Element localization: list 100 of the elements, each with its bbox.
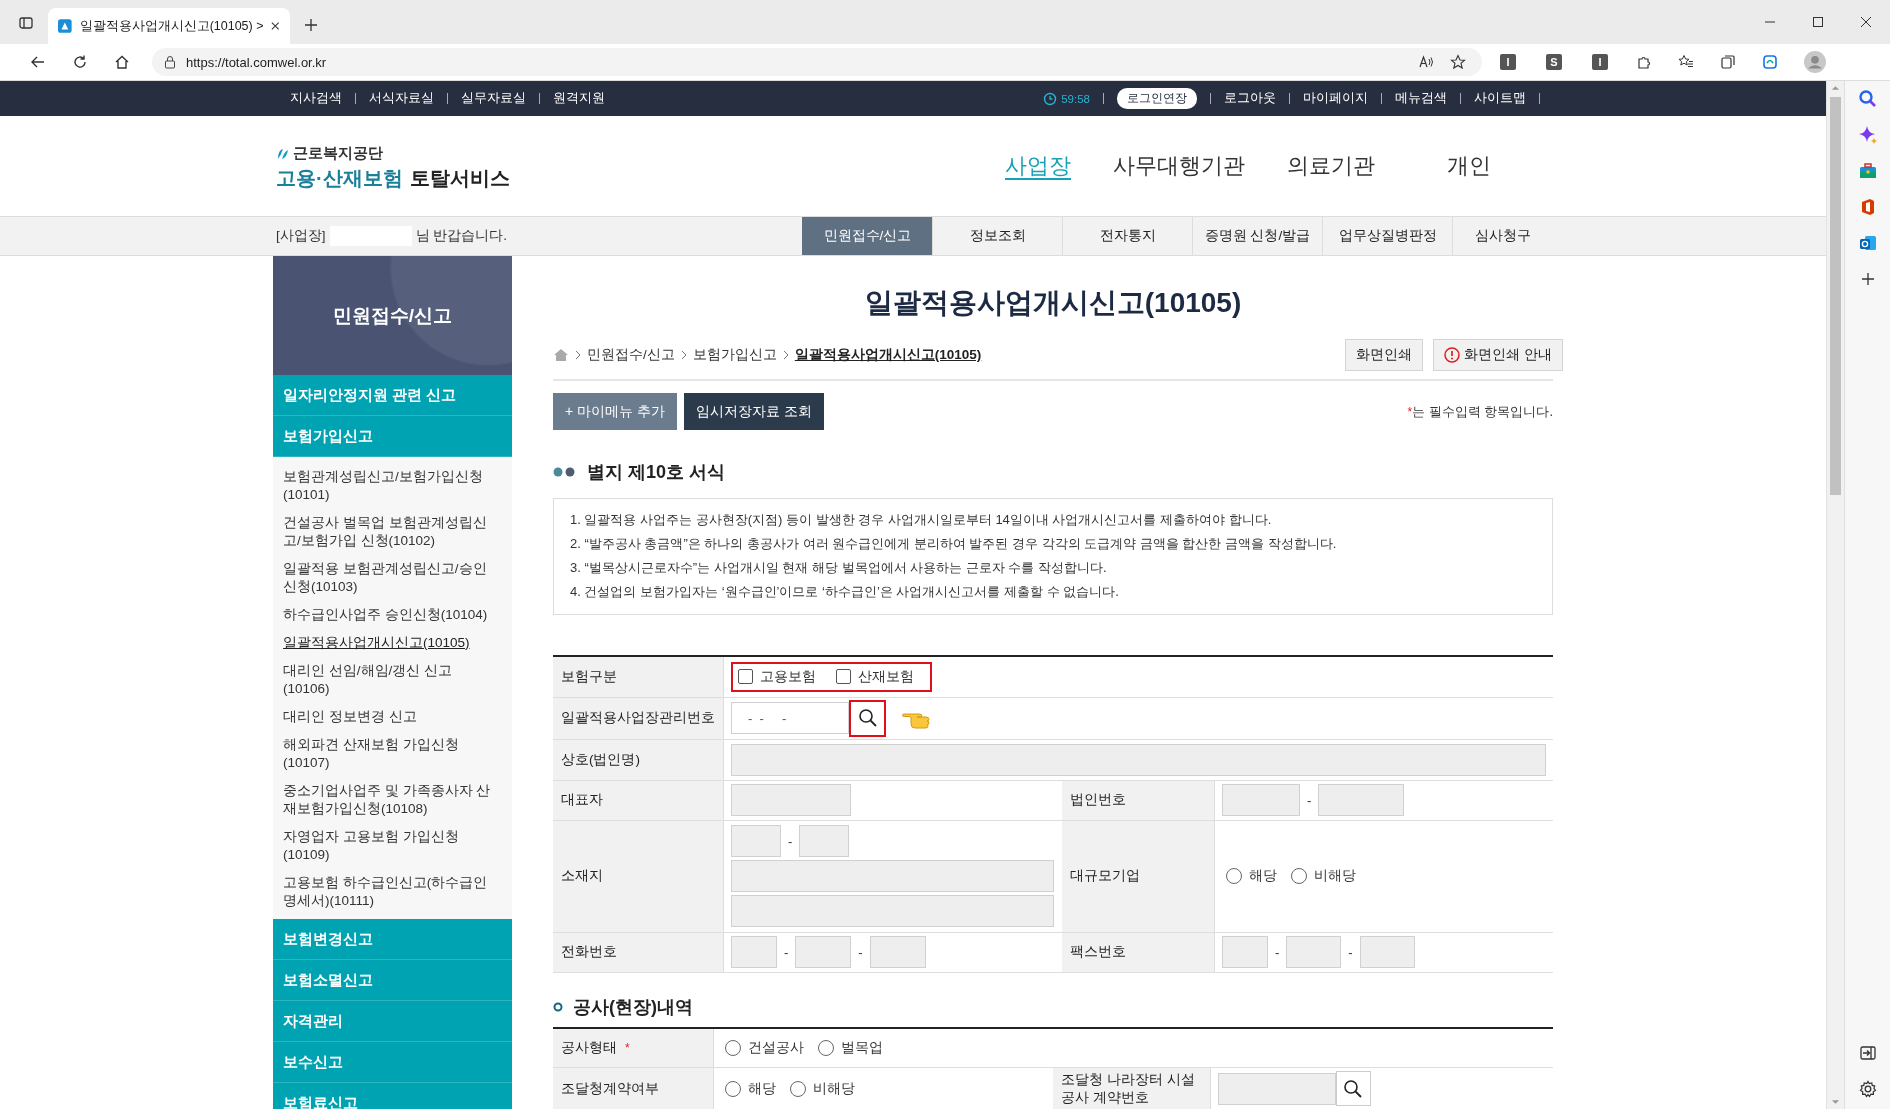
utility-link[interactable]: 사이트맵 (1474, 90, 1526, 107)
logo-mark-icon (276, 146, 290, 161)
utility-link[interactable]: 마이페이지 (1303, 90, 1368, 107)
address-bar[interactable]: https://total.comwel.or.kr (152, 48, 1482, 76)
sidebar-item[interactable]: 하수급인사업주 승인신청(10104) (273, 601, 512, 629)
menu-tab[interactable]: 심사청구 (1452, 217, 1553, 255)
new-tab-icon[interactable] (304, 18, 318, 32)
profile-avatar-icon[interactable] (1804, 51, 1826, 73)
scrollbar[interactable] (1826, 81, 1844, 1109)
field-label: 전화번호 (553, 932, 724, 972)
sidebar-item[interactable]: 자영업자 고용보험 가입신청(10109) (273, 823, 512, 869)
browser-essentials-icon[interactable] (1762, 54, 1778, 70)
input-field[interactable] (1217, 1072, 1336, 1105)
radio-button[interactable] (1291, 868, 1307, 884)
checkbox[interactable] (738, 669, 753, 685)
settings-icon[interactable] (1857, 1079, 1878, 1099)
utility-link[interactable]: 실무자료실 (461, 90, 526, 107)
browser-tab[interactable]: 일괄적용사업개시신고(10105) > (48, 8, 290, 44)
search-button[interactable] (849, 699, 886, 737)
utility-link[interactable]: 서식자료실 (369, 90, 434, 107)
input-field[interactable] (1286, 936, 1342, 968)
sidebar-item[interactable]: 일괄적용 보험관계성립신고/승인신청(10103) (273, 555, 512, 601)
mail-icon[interactable] (1857, 233, 1878, 253)
maximize-icon[interactable] (1812, 16, 1824, 28)
read-aloud-icon[interactable] (1418, 54, 1434, 70)
breadcrumb-link[interactable]: 일괄적용사업개시신고(10105) (794, 346, 982, 364)
sidebar-item[interactable]: 해외파견 산재보험 가입신청(10107) (273, 731, 512, 777)
checkbox[interactable] (836, 669, 851, 685)
radio-button[interactable] (724, 1080, 741, 1097)
input-field[interactable]: - - - (731, 702, 849, 734)
radio-button[interactable] (789, 1080, 806, 1097)
field-label: 공사형태 (561, 1039, 617, 1055)
sidebar-item[interactable]: 대리인 정보변경 신고 (273, 703, 512, 731)
greeting-prefix: [사업장] (276, 227, 326, 245)
input-field[interactable] (1318, 784, 1405, 816)
sidebar-item[interactable]: 일괄적용사업개시신고(10105) (273, 629, 512, 657)
input-field[interactable] (1222, 936, 1268, 968)
back-icon[interactable] (30, 54, 46, 70)
menu-tab[interactable]: 민원접수/신고 (802, 217, 932, 255)
login-extend-button[interactable]: 로그인연장 (1117, 88, 1197, 109)
utility-link[interactable]: 원격지원 (553, 90, 605, 107)
print-button[interactable]: 화면인쇄 (1345, 339, 1424, 371)
page-title: 일괄적용사업개시신고(10105) (863, 285, 1243, 320)
print-button[interactable]: 화면인쇄 안내 (1433, 339, 1563, 371)
sidebar-item[interactable]: 고용보험 하수급인신고(하수급인 명세서)(10111) (273, 869, 512, 915)
main-nav-item[interactable]: 개인 (1447, 151, 1491, 181)
main-nav-item[interactable]: 사무대행기관 (1113, 151, 1245, 181)
home-icon[interactable] (114, 54, 130, 70)
input-field[interactable] (731, 825, 781, 857)
sidebar-item[interactable]: 중소기업사업주 및 가족종사자 산재보험가입신청(10108) (273, 777, 512, 823)
input-field[interactable] (731, 860, 1054, 892)
input-field[interactable] (731, 784, 851, 816)
menu-tab[interactable]: 증명원 신청/발급 (1192, 217, 1322, 255)
input-field[interactable] (731, 936, 777, 968)
utility-link[interactable]: 지사검색 (290, 90, 342, 107)
scrollbar-thumb[interactable] (1830, 97, 1841, 495)
refresh-icon[interactable] (72, 54, 88, 70)
separator-text: - (858, 944, 863, 960)
input-field[interactable] (731, 895, 1054, 927)
sidebar-item[interactable]: 대리인 선임/해임/갱신 신고(10106) (273, 657, 512, 703)
extension-icon[interactable]: S (1546, 54, 1562, 70)
input-field[interactable] (799, 825, 850, 857)
extension-icon[interactable]: I (1500, 54, 1516, 70)
close-icon[interactable] (1860, 16, 1872, 28)
menu-tab[interactable]: 정보조회 (932, 217, 1062, 255)
search-icon[interactable] (1857, 89, 1878, 109)
collections-icon[interactable] (1720, 54, 1736, 70)
sidebar-item[interactable]: 보험관계성립신고/보험가입신청(10101) (273, 463, 512, 509)
field-label: 보험구분 (553, 656, 724, 697)
action-button[interactable]: + 마이메뉴 추가 (553, 393, 677, 430)
chevron-icon (782, 350, 789, 360)
radio-button[interactable] (1226, 868, 1242, 884)
input-field[interactable] (1359, 936, 1415, 968)
main-nav-item[interactable]: 의료기관 (1287, 151, 1375, 181)
breadcrumb-link[interactable]: 민원접수/신고 (587, 346, 675, 364)
favorite-star-icon[interactable] (1450, 54, 1466, 70)
close-icon[interactable] (271, 21, 280, 31)
checkbox-label: 산재보험 (858, 667, 914, 686)
input-field[interactable] (869, 936, 926, 968)
toolbox-icon[interactable] (1857, 161, 1878, 181)
input-field[interactable] (731, 743, 1546, 776)
sidebar-toggle-icon[interactable] (1857, 1043, 1878, 1063)
sidebar-title: 민원접수/신고 (273, 256, 512, 375)
extensions-puzzle-icon[interactable] (1636, 54, 1652, 70)
favorites-icon[interactable] (1678, 54, 1694, 70)
input-field[interactable] (1222, 784, 1300, 816)
radio-button[interactable] (724, 1039, 741, 1056)
utility-link[interactable]: 로그아웃 (1224, 90, 1276, 107)
sidebar-item[interactable]: 건설공사 벌목업 보험관계성립신고/보험가입 신청(10102) (273, 509, 512, 555)
tab-actions-icon[interactable] (18, 15, 34, 31)
separator-text: - (788, 833, 793, 849)
radio-button[interactable] (817, 1039, 834, 1056)
notice-text: 1. 일괄적용 사업주는 공사현장(지점) 등이 발생한 경우 사업개시일로부터 14일이내 사업개시신고서를 제출하여야 합니다. (570, 511, 1273, 529)
utility-link[interactable]: 메뉴검색 (1395, 90, 1447, 107)
action-button[interactable]: 임시저장자료 조회 (683, 393, 824, 430)
menu-tab[interactable]: 전자통지 (1062, 217, 1192, 255)
extension-icon[interactable]: I (1592, 54, 1608, 70)
input-field[interactable] (795, 936, 852, 968)
menu-tab[interactable]: 업무상질병판정 (1322, 217, 1452, 255)
breadcrumb-link[interactable]: 보험가입신고 (692, 346, 777, 364)
